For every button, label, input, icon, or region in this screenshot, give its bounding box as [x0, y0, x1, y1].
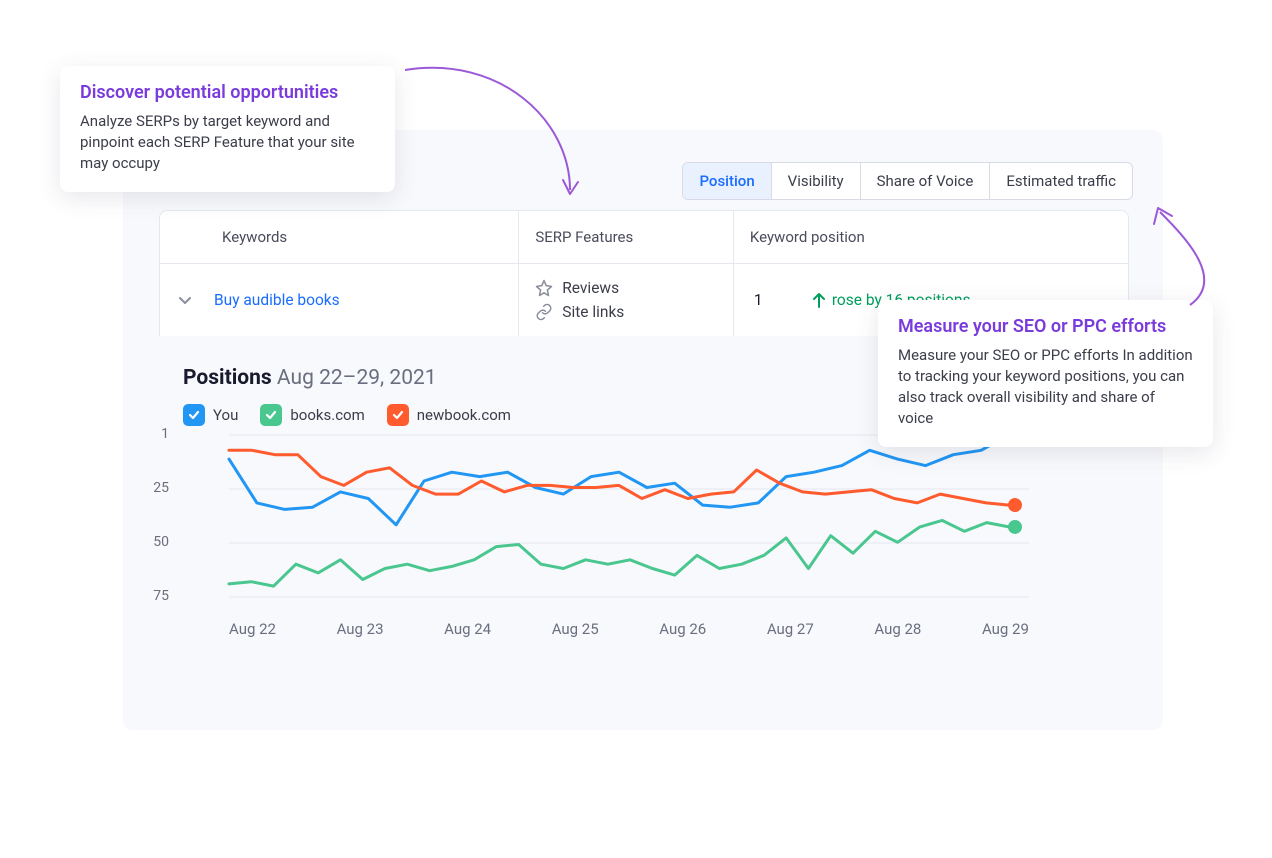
legend-you[interactable]: You	[183, 404, 238, 426]
checkbox-icon	[183, 404, 205, 426]
serp-feature-label: Reviews	[562, 279, 619, 297]
legend-newbook[interactable]: newbook.com	[387, 404, 511, 426]
col-keywords: Keywords	[160, 211, 519, 264]
y-axis: 1 25 50 75	[175, 426, 215, 596]
tab-visibility[interactable]: Visibility	[772, 163, 861, 199]
col-serp-features: SERP Features	[519, 211, 734, 264]
tab-share-of-voice[interactable]: Share of Voice	[861, 163, 991, 199]
col-keyword-position: Keyword position	[734, 211, 1128, 264]
legend-books[interactable]: books.com	[260, 404, 364, 426]
callout-title: Measure your SEO or PPC efforts	[898, 316, 1193, 337]
tab-estimated-traffic[interactable]: Estimated traffic	[990, 163, 1132, 199]
callout-body: Measure your SEO or PPC efforts In addit…	[898, 345, 1193, 429]
checkbox-icon	[387, 404, 409, 426]
keyword-link[interactable]: Buy audible books	[214, 291, 340, 309]
chevron-down-icon[interactable]	[178, 293, 192, 307]
position-value: 1	[754, 291, 778, 309]
tab-position[interactable]: Position	[683, 163, 771, 199]
metric-tabs: Position Visibility Share of Voice Estim…	[682, 162, 1133, 200]
callout-body: Analyze SERPs by target keyword and pinp…	[80, 111, 375, 174]
serp-feature-sitelinks: Site links	[535, 300, 717, 324]
arrow-up-icon	[812, 292, 826, 308]
serp-feature-reviews: Reviews	[535, 276, 717, 300]
table-header: Keywords SERP Features Keyword position	[160, 211, 1128, 264]
chart-svg	[183, 432, 1029, 612]
chart-plot: 1 25 50 75 Aug 22 Aug 23 Aug 24 Aug 25 A…	[183, 432, 1029, 632]
link-icon	[535, 303, 553, 321]
x-axis: Aug 22 Aug 23 Aug 24 Aug 25 Aug 26 Aug 2…	[229, 620, 1029, 638]
callout-title: Discover potential opportunities	[80, 82, 375, 103]
callout-discover-opportunities: Discover potential opportunities Analyze…	[60, 66, 395, 192]
checkbox-icon	[260, 404, 282, 426]
callout-measure-efforts: Measure your SEO or PPC efforts Measure …	[878, 300, 1213, 447]
star-icon	[535, 279, 553, 297]
serp-feature-label: Site links	[562, 303, 624, 321]
